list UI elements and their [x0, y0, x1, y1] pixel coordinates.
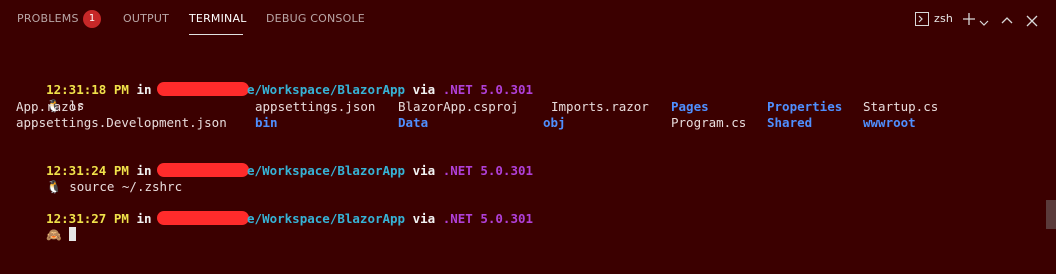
file-entry: Program.cs: [671, 115, 747, 130]
prompt-path: e/Workspace/BlazorApp: [247, 211, 406, 226]
prompt-in: in: [136, 82, 152, 97]
command-line: 🐧 ls: [16, 82, 84, 113]
directory-entry: Properties: [767, 99, 843, 114]
prompt-line: 12:31:18 PM in e/Workspace/BlazorApp via…: [16, 66, 533, 97]
prompt-via: via: [412, 82, 436, 97]
tab-problems[interactable]: PROBLEMS: [17, 12, 79, 25]
file-entry: App.razor: [16, 99, 84, 114]
prompt-dotnet-version: .NET 5.0.301: [442, 163, 534, 178]
command-text: source ~/.zshrc: [69, 179, 183, 194]
file-entry: appsettings.Development.json: [16, 115, 227, 130]
prompt-path: e/Workspace/BlazorApp: [247, 163, 406, 178]
directory-entry: Data: [398, 115, 429, 130]
prompt-in: in: [136, 211, 152, 226]
active-tab-indicator: [189, 34, 243, 35]
redaction-mark: [157, 82, 250, 96]
redaction-mark: [157, 211, 250, 225]
close-panel-icon[interactable]: [1026, 12, 1038, 31]
file-entry: BlazorApp.csproj: [398, 99, 519, 114]
directory-entry: Shared: [767, 115, 813, 130]
terminal-scrollbar[interactable]: [1046, 200, 1056, 229]
command-line: 🐧 source ~/.zshrc: [16, 163, 182, 194]
prompt-line: 12:31:24 PM in e/Workspace/BlazorApp via…: [16, 147, 533, 178]
ls-output-row: appsettings.Development.json bin Data ob…: [16, 115, 1046, 131]
maximize-panel-chevron-up-icon[interactable]: [1001, 12, 1013, 31]
prompt-dotnet-version: .NET 5.0.301: [442, 211, 534, 226]
tab-output[interactable]: OUTPUT: [123, 12, 169, 25]
prompt-path: e/Workspace/BlazorApp: [247, 82, 406, 97]
terminal-cursor: [69, 227, 77, 241]
penguin-prompt-icon: 🐧: [46, 179, 62, 194]
panel-tab-bar: PROBLEMS 1 OUTPUT TERMINAL DEBUG CONSOLE…: [0, 0, 1056, 37]
file-entry: appsettings.json: [255, 99, 376, 114]
shell-name-label[interactable]: zsh: [934, 12, 953, 25]
directory-entry: Pages: [671, 99, 709, 114]
file-entry: Startup.cs: [863, 99, 939, 114]
prompt-line: 12:31:27 PM in e/Workspace/BlazorApp via…: [16, 195, 533, 226]
prompt-via: via: [412, 163, 436, 178]
problems-count-badge: 1: [83, 10, 101, 28]
file-entry: Imports.razor: [551, 99, 649, 114]
directory-entry: obj: [543, 115, 566, 130]
prompt-dotnet-version: .NET 5.0.301: [442, 82, 534, 97]
terminal-output[interactable]: 12:31:18 PM in e/Workspace/BlazorApp via…: [16, 66, 1056, 274]
command-line-active[interactable]: 🙈: [16, 211, 77, 242]
terminal-shell-icon[interactable]: [915, 11, 929, 30]
chevron-down-icon[interactable]: [979, 13, 989, 32]
ls-output-row: App.razor appsettings.json BlazorApp.csp…: [16, 99, 1046, 115]
new-terminal-plus-icon[interactable]: [962, 11, 976, 30]
prompt-via: via: [412, 211, 436, 226]
tab-debug-console[interactable]: DEBUG CONSOLE: [266, 12, 365, 25]
directory-entry: wwwroot: [863, 115, 916, 130]
directory-entry: bin: [255, 115, 278, 130]
tab-terminal[interactable]: TERMINAL: [189, 12, 247, 25]
